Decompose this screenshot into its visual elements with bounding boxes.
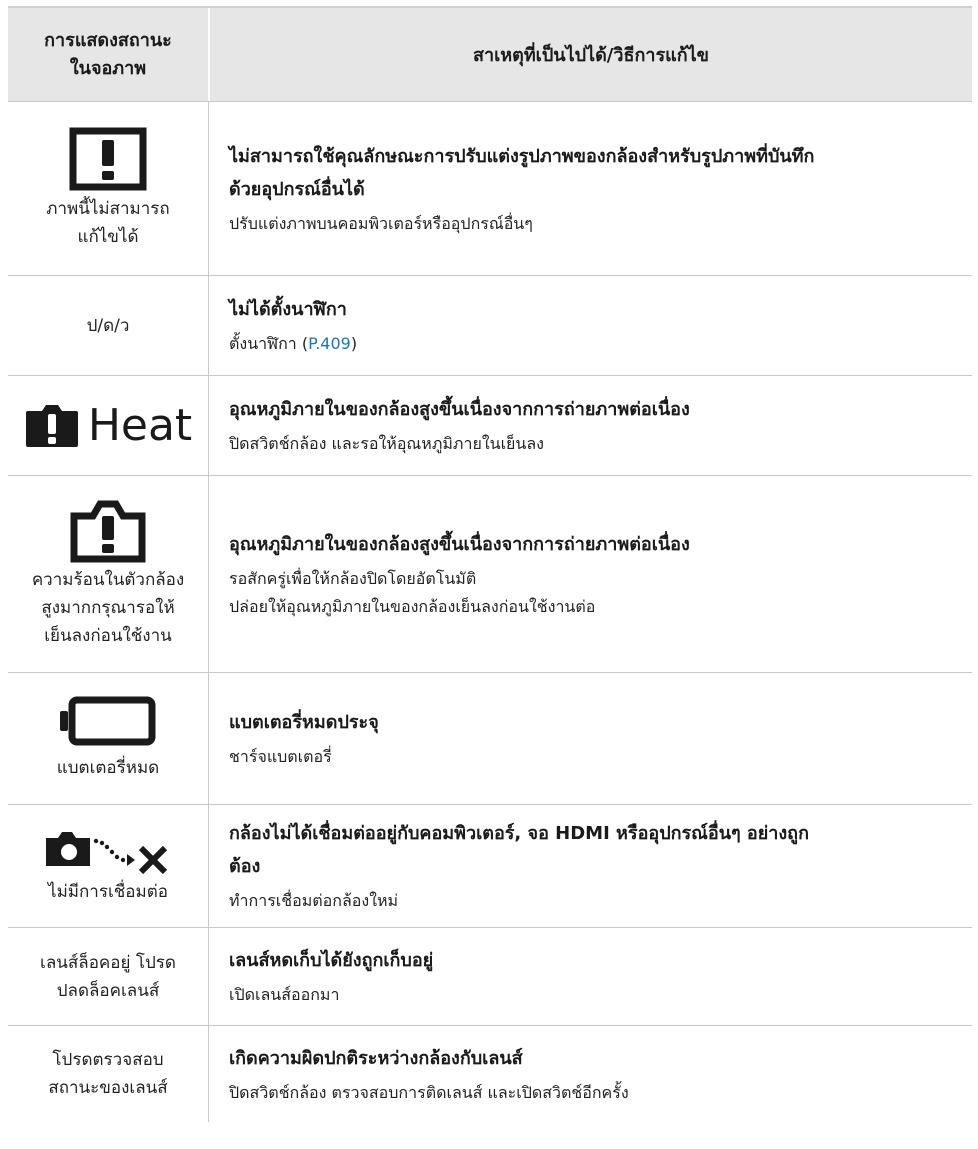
display-cell: ป/ด/ว xyxy=(8,276,209,375)
display-cell: ภาพนี้ไม่สามารถ แก้ไขได้ xyxy=(8,102,209,275)
cause-line: ไม่สามารถใช้คุณลักษณะการปรับแต่งรูปภาพขอ… xyxy=(229,145,815,167)
display-text-line: โปรดตรวจสอบ xyxy=(52,1050,164,1070)
cause-cell: ไม่สามารถใช้คุณลักษณะการปรับแต่งรูปภาพขอ… xyxy=(209,102,972,275)
table-row: Heat อุณหภูมิภายในของกล้องสูงขึ้นเนื่องจ… xyxy=(8,376,972,476)
cause-line: กล้องไม่ได้เชื่อมต่ออยู่กับคอมพิวเตอร์, … xyxy=(229,823,809,844)
fix-text: ตั้งนาฬิกา (P.409) xyxy=(229,330,956,358)
cause-text: กล้องไม่ได้เชื่อมต่ออยู่กับคอมพิวเตอร์, … xyxy=(229,817,956,883)
cause-cell: อุณหภูมิภายในของกล้องสูงขึ้นเนื่องจากการ… xyxy=(209,376,972,475)
heat-indicator: Heat xyxy=(24,403,192,449)
header-display-line1: การแสดงสถานะ xyxy=(44,29,172,51)
cause-line: ต้อง xyxy=(229,856,261,877)
display-cell: แบตเตอรี่หมด xyxy=(8,673,209,804)
heat-warning-icon xyxy=(25,404,78,447)
camera-warning-icon xyxy=(70,500,146,563)
cause-text: ไม่สามารถใช้คุณลักษณะการปรับแต่งรูปภาพขอ… xyxy=(229,140,956,206)
fix-text: ปรับแต่งภาพบนคอมพิวเตอร์หรืออุปกรณ์อื่นๆ xyxy=(229,213,533,233)
table-row: โปรดตรวจสอบ สถานะของเลนส์ เกิดความผิดปกต… xyxy=(8,1026,972,1122)
cause-cell: เลนส์หดเก็บได้ยังถูกเก็บอยู่ เปิดเลนส์ออ… xyxy=(209,928,972,1025)
display-cell: ไม่มีการเชื่อมต่อ xyxy=(8,805,209,927)
table-row: ภาพนี้ไม่สามารถ แก้ไขได้ ไม่สามารถใช้คุณ… xyxy=(8,102,972,276)
cause-line: ด้วยอุปกรณ์อื่นได้ xyxy=(229,178,365,200)
display-text-line: ปลดล็อคเลนส์ xyxy=(56,980,160,1001)
header-cause-column: สาเหตุที่เป็นไปได้/วิธีการแก้ไข xyxy=(473,45,709,66)
warning-screen-icon xyxy=(69,127,147,190)
header-display-column: การแสดงสถานะ ในจอภาพ xyxy=(8,8,210,101)
display-text-line: สถานะของเลนส์ xyxy=(48,1078,168,1098)
fix-text: รอสักครู่เพื่อให้กล้องปิดโดยอัตโนมัติ xyxy=(229,568,477,588)
fix-prefix: ตั้งนาฬิกา ( xyxy=(229,334,309,353)
display-text-line: สูงมากกรุณารอให้ xyxy=(41,598,175,618)
display-text-line: ไม่มีการเชื่อมต่อ xyxy=(48,882,168,902)
fix-text: ปล่อยให้อุณหภูมิภายในของกล้องเย็นลงก่อนใ… xyxy=(229,596,596,616)
cause-text: อุณหภูมิภายในของกล้องสูงขึ้นเนื่องจากการ… xyxy=(229,533,690,555)
cause-text: เกิดความผิดปกติระหว่างกล้องกับเลนส์ xyxy=(229,1047,523,1069)
status-table: การแสดงสถานะ ในจอภาพ สาเหตุที่เป็นไปได้/… xyxy=(8,6,972,1122)
display-text-line: แก้ไขได้ xyxy=(77,226,139,247)
cause-text: เลนส์หดเก็บได้ยังถูกเก็บอยู่ xyxy=(229,950,434,971)
display-text-line: ความร้อนในตัวกล้อง xyxy=(31,570,185,590)
display-text-line: เย็นลงก่อนใช้งาน xyxy=(44,626,172,646)
page-reference-link[interactable]: P.409 xyxy=(308,334,351,353)
display-cell: ความร้อนในตัวกล้อง สูงมากกรุณารอให้ เย็น… xyxy=(8,476,209,672)
cause-text: ไม่ได้ตั้งนาฬิกา xyxy=(229,299,347,320)
display-text-line: เลนส์ล็อคอยู่ โปรด xyxy=(40,952,176,973)
cause-cell: แบตเตอรี่หมดประจุ ชาร์จแบตเตอรี่ xyxy=(209,673,972,804)
table-row: ความร้อนในตัวกล้อง สูงมากกรุณารอให้ เย็น… xyxy=(8,476,972,673)
cause-cell: เกิดความผิดปกติระหว่างกล้องกับเลนส์ ปิดส… xyxy=(209,1026,972,1122)
table-row: แบตเตอรี่หมด แบตเตอรี่หมดประจุ ชาร์จแบตเ… xyxy=(8,673,972,805)
fix-suffix: ) xyxy=(350,334,358,353)
fix-text: ปิดสวิตช์กล้อง และรอให้อุณหภูมิภายในเย็น… xyxy=(229,434,544,453)
fix-text: เปิดเลนส์ออกมา xyxy=(229,985,340,1004)
battery-empty-icon xyxy=(60,696,156,745)
fix-text: ชาร์จแบตเตอรี่ xyxy=(229,747,332,766)
cause-text: อุณหภูมิภายในของกล้องสูงขึ้นเนื่องจากการ… xyxy=(229,399,690,420)
cause-cell: อุณหภูมิภายในของกล้องสูงขึ้นเนื่องจากการ… xyxy=(209,476,972,672)
display-text-line: แบตเตอรี่หมด xyxy=(56,757,160,778)
display-cell: โปรดตรวจสอบ สถานะของเลนส์ xyxy=(8,1026,209,1122)
table-row: เลนส์ล็อคอยู่ โปรด ปลดล็อคเลนส์ เลนส์หดเ… xyxy=(8,928,972,1026)
display-cell: Heat xyxy=(8,376,209,475)
cause-text: แบตเตอรี่หมดประจุ xyxy=(229,712,379,733)
heat-label: Heat xyxy=(87,399,193,451)
display-text-line: ป/ด/ว xyxy=(86,315,130,336)
table-row: ไม่มีการเชื่อมต่อ กล้องไม่ได้เชื่อมต่ออย… xyxy=(8,805,972,928)
display-cell: เลนส์ล็อคอยู่ โปรด ปลดล็อคเลนส์ xyxy=(8,928,209,1025)
fix-text: ปิดสวิตช์กล้อง ตรวจสอบการติดเลนส์ และเปิ… xyxy=(229,1082,629,1102)
camera-disconnected-icon xyxy=(46,832,168,874)
cause-cell: ไม่ได้ตั้งนาฬิกา ตั้งนาฬิกา (P.409) xyxy=(209,276,972,375)
fix-text: ทำการเชื่อมต่อกล้องใหม่ xyxy=(229,891,399,910)
table-header: การแสดงสถานะ ในจอภาพ สาเหตุที่เป็นไปได้/… xyxy=(8,6,972,102)
table-row: ป/ด/ว ไม่ได้ตั้งนาฬิกา ตั้งนาฬิกา (P.409… xyxy=(8,276,972,376)
display-text-line: ภาพนี้ไม่สามารถ xyxy=(46,198,170,219)
header-display-line2: ในจอภาพ xyxy=(69,57,147,79)
cause-cell: กล้องไม่ได้เชื่อมต่ออยู่กับคอมพิวเตอร์, … xyxy=(209,805,972,927)
